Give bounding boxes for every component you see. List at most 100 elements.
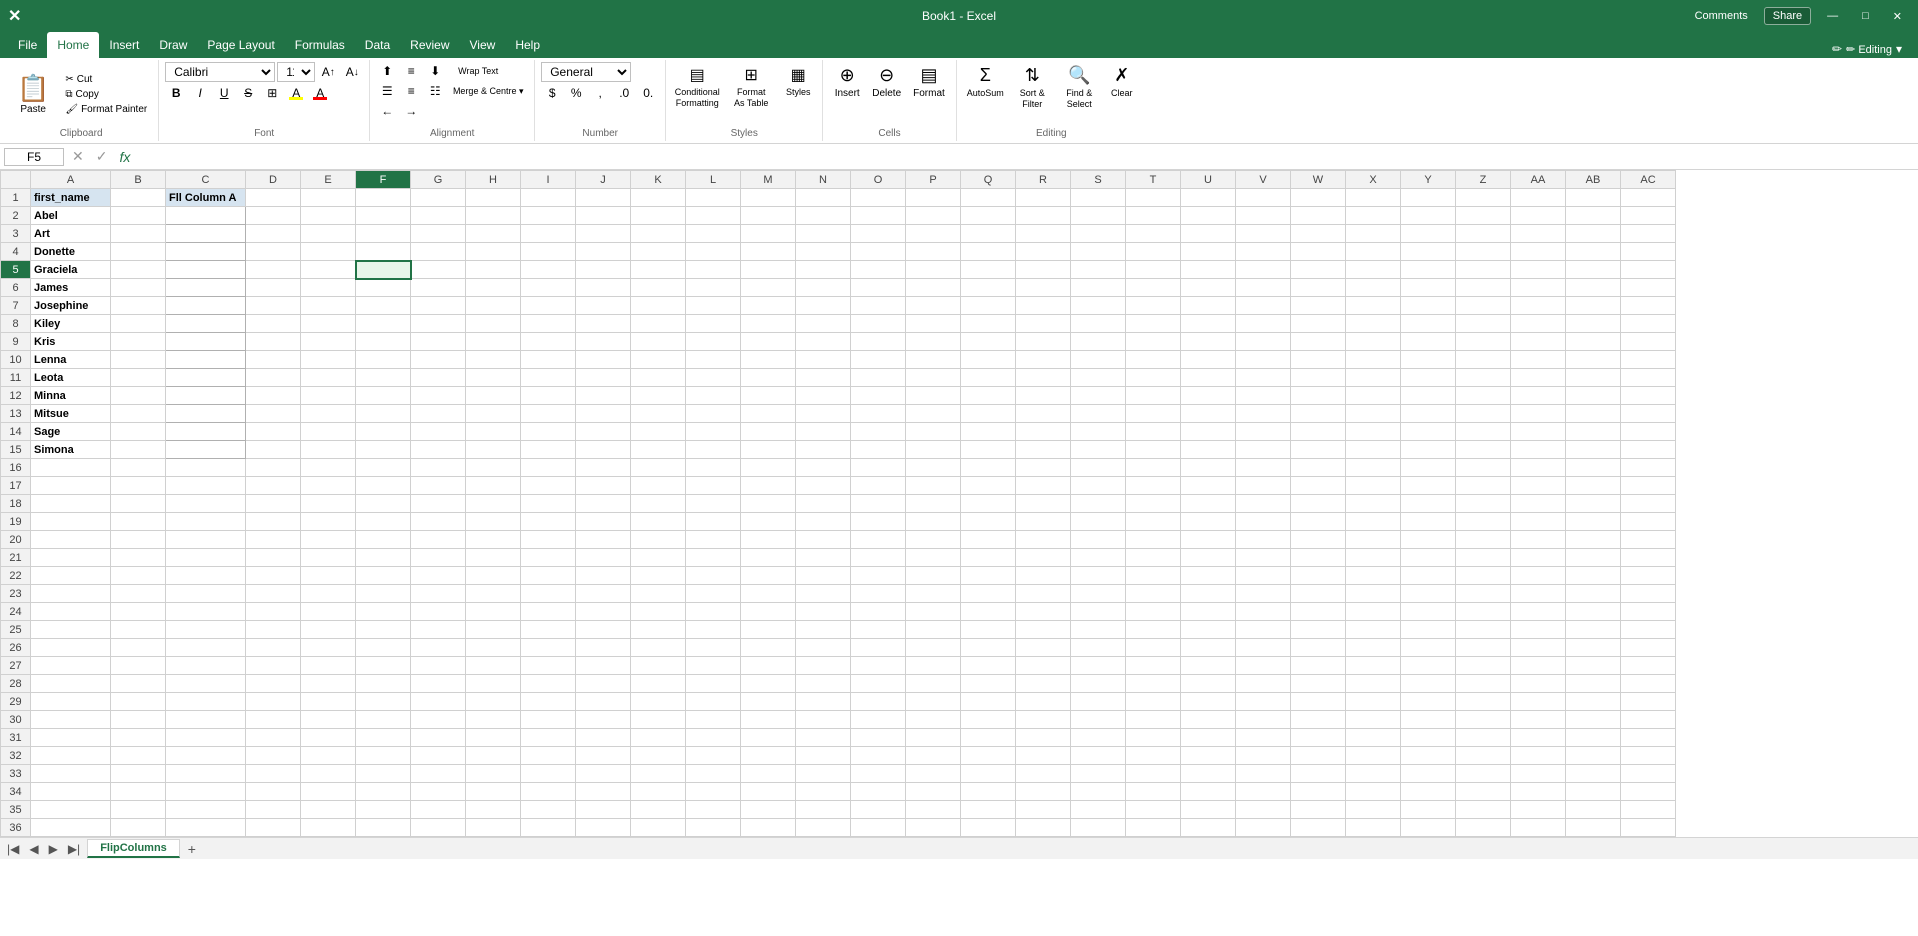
cell-N34[interactable] (796, 783, 851, 801)
cell-T10[interactable] (1126, 351, 1181, 369)
cell-U24[interactable] (1181, 603, 1236, 621)
cell-H24[interactable] (466, 603, 521, 621)
cell-R23[interactable] (1016, 585, 1071, 603)
editing-indicator[interactable]: ✏ ✏ Editing ▾ (1824, 40, 1910, 58)
cell-W33[interactable] (1291, 765, 1346, 783)
cell-K5[interactable] (631, 261, 686, 279)
cell-F28[interactable] (356, 675, 411, 693)
col-header-X[interactable]: X (1346, 171, 1401, 189)
cell-C32[interactable] (166, 747, 246, 765)
cell-F27[interactable] (356, 657, 411, 675)
cell-B19[interactable] (111, 513, 166, 531)
cell-O8[interactable] (851, 315, 906, 333)
cell-V4[interactable] (1236, 243, 1291, 261)
cell-T16[interactable] (1126, 459, 1181, 477)
cell-J34[interactable] (576, 783, 631, 801)
cell-S36[interactable] (1071, 819, 1126, 837)
cell-B6[interactable] (111, 279, 166, 297)
cell-D35[interactable] (246, 801, 301, 819)
font-name-selector[interactable]: Calibri (165, 62, 275, 82)
cell-U22[interactable] (1181, 567, 1236, 585)
cell-Y18[interactable] (1401, 495, 1456, 513)
cell-Y27[interactable] (1401, 657, 1456, 675)
cell-G28[interactable] (411, 675, 466, 693)
cell-M5[interactable] (741, 261, 796, 279)
cell-U14[interactable] (1181, 423, 1236, 441)
cell-Z3[interactable] (1456, 225, 1511, 243)
cell-T13[interactable] (1126, 405, 1181, 423)
cell-H13[interactable] (466, 405, 521, 423)
cell-N4[interactable] (796, 243, 851, 261)
cell-AA10[interactable] (1511, 351, 1566, 369)
cell-Z8[interactable] (1456, 315, 1511, 333)
cell-I9[interactable] (521, 333, 576, 351)
cell-K20[interactable] (631, 531, 686, 549)
cell-I36[interactable] (521, 819, 576, 837)
cell-Z2[interactable] (1456, 207, 1511, 225)
cell-N9[interactable] (796, 333, 851, 351)
cell-P9[interactable] (906, 333, 961, 351)
cell-N24[interactable] (796, 603, 851, 621)
cell-J28[interactable] (576, 675, 631, 693)
cell-M23[interactable] (741, 585, 796, 603)
cell-P36[interactable] (906, 819, 961, 837)
cell-L26[interactable] (686, 639, 741, 657)
cell-H27[interactable] (466, 657, 521, 675)
cell-D7[interactable] (246, 297, 301, 315)
row-header-14[interactable]: 14 (1, 423, 31, 441)
cell-V10[interactable] (1236, 351, 1291, 369)
cell-H31[interactable] (466, 729, 521, 747)
cell-J4[interactable] (576, 243, 631, 261)
cell-M11[interactable] (741, 369, 796, 387)
cell-U10[interactable] (1181, 351, 1236, 369)
cell-P27[interactable] (906, 657, 961, 675)
col-header-P[interactable]: P (906, 171, 961, 189)
cell-P22[interactable] (906, 567, 961, 585)
cell-J33[interactable] (576, 765, 631, 783)
cell-AB3[interactable] (1566, 225, 1621, 243)
cell-P11[interactable] (906, 369, 961, 387)
cell-J32[interactable] (576, 747, 631, 765)
cell-I10[interactable] (521, 351, 576, 369)
cell-Q14[interactable] (961, 423, 1016, 441)
cell-L4[interactable] (686, 243, 741, 261)
cell-G14[interactable] (411, 423, 466, 441)
cell-E2[interactable] (301, 207, 356, 225)
cell-S23[interactable] (1071, 585, 1126, 603)
row-header-1[interactable]: 1 (1, 189, 31, 207)
cell-N31[interactable] (796, 729, 851, 747)
cell-O29[interactable] (851, 693, 906, 711)
cell-Q3[interactable] (961, 225, 1016, 243)
cell-S7[interactable] (1071, 297, 1126, 315)
cell-W8[interactable] (1291, 315, 1346, 333)
cell-N29[interactable] (796, 693, 851, 711)
cell-W32[interactable] (1291, 747, 1346, 765)
cell-V29[interactable] (1236, 693, 1291, 711)
cell-M30[interactable] (741, 711, 796, 729)
cell-D1[interactable] (246, 189, 301, 207)
cell-U21[interactable] (1181, 549, 1236, 567)
cell-AB32[interactable] (1566, 747, 1621, 765)
row-header-30[interactable]: 30 (1, 711, 31, 729)
cell-D34[interactable] (246, 783, 301, 801)
cell-R22[interactable] (1016, 567, 1071, 585)
cell-T35[interactable] (1126, 801, 1181, 819)
cell-X28[interactable] (1346, 675, 1401, 693)
cell-O7[interactable] (851, 297, 906, 315)
sheet-tab-flipcolumns[interactable]: FlipColumns (87, 839, 180, 858)
cell-AC6[interactable] (1621, 279, 1676, 297)
cell-R13[interactable] (1016, 405, 1071, 423)
cell-K13[interactable] (631, 405, 686, 423)
cell-Z13[interactable] (1456, 405, 1511, 423)
cell-O5[interactable] (851, 261, 906, 279)
cell-Y32[interactable] (1401, 747, 1456, 765)
cell-A36[interactable] (31, 819, 111, 837)
cell-T25[interactable] (1126, 621, 1181, 639)
cell-R8[interactable] (1016, 315, 1071, 333)
cell-V20[interactable] (1236, 531, 1291, 549)
cell-I27[interactable] (521, 657, 576, 675)
cell-R1[interactable] (1016, 189, 1071, 207)
decrease-font-button[interactable]: A↓ (341, 63, 363, 81)
col-header-V[interactable]: V (1236, 171, 1291, 189)
border-button[interactable]: ⊞ (261, 84, 283, 102)
